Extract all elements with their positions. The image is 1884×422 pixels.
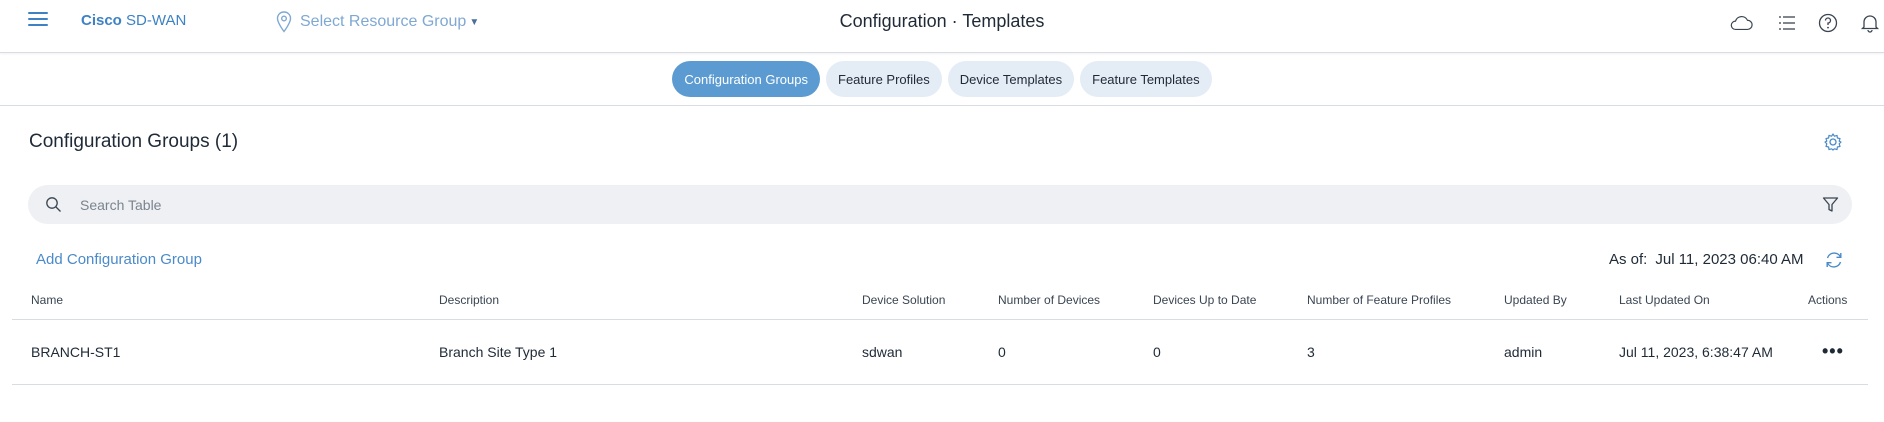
search-bar [28,185,1852,224]
add-configuration-group-button[interactable]: Add Configuration Group [36,251,202,268]
filter-icon[interactable] [1822,196,1839,213]
table-header: Name Description Device Solution Number … [12,283,1868,320]
menu-icon[interactable] [28,12,48,28]
cell-last-updated-on: Jul 11, 2023, 6:38:47 AM [1619,344,1773,360]
search-icon [46,197,61,212]
column-header-number-of-feature-profiles[interactable]: Number of Feature Profiles [1307,293,1451,307]
as-of-value: Jul 11, 2023 06:40 AM [1655,251,1804,268]
cell-number-of-feature-profiles: 3 [1307,344,1315,360]
tab-configuration-groups[interactable]: Configuration Groups [672,61,820,97]
section-title: Configuration Groups (1) [29,131,239,152]
tab-feature-templates[interactable]: Feature Templates [1080,61,1212,97]
table-row[interactable]: BRANCH-ST1 Branch Site Type 1 sdwan 0 0 … [12,320,1868,385]
bell-icon[interactable] [1858,11,1882,35]
configuration-groups-table: Name Description Device Solution Number … [12,283,1868,385]
column-header-description[interactable]: Description [439,293,499,307]
help-icon[interactable] [1816,11,1840,35]
location-pin-icon [276,11,292,33]
brand-logo[interactable]: Cisco SD-WAN [81,12,186,29]
cell-description: Branch Site Type 1 [439,344,558,360]
column-header-last-updated-on[interactable]: Last Updated On [1619,293,1710,307]
tab-bar: Configuration Groups Feature Profiles De… [0,53,1884,106]
more-actions-icon[interactable]: ••• [1822,342,1844,360]
page-title: Configuration · Templates [839,11,1045,31]
gear-icon[interactable] [1822,131,1844,153]
column-header-number-of-devices[interactable]: Number of Devices [998,293,1100,307]
refresh-icon[interactable] [1823,249,1845,271]
top-header: Cisco SD-WAN Select Resource Group ▼ Con… [0,0,1884,53]
cloud-icon[interactable] [1729,11,1753,35]
column-header-name[interactable]: Name [31,293,63,307]
list-icon[interactable] [1775,11,1799,35]
cell-device-solution: sdwan [862,344,903,360]
cell-name: BRANCH-ST1 [31,344,121,360]
cell-devices-up-to-date: 0 [1153,344,1161,360]
brand-product: SD-WAN [126,12,187,29]
column-header-updated-by[interactable]: Updated By [1504,293,1567,307]
chevron-down-icon: ▼ [469,16,480,28]
column-header-devices-up-to-date[interactable]: Devices Up to Date [1153,293,1256,307]
column-header-actions: Actions [1808,293,1848,307]
tab-device-templates[interactable]: Device Templates [947,61,1075,97]
tab-feature-profiles[interactable]: Feature Profiles [826,61,942,97]
search-input[interactable] [80,185,1780,224]
resource-group-selector[interactable]: Select Resource Group ▼ [276,10,479,34]
cell-updated-by: admin [1504,344,1543,360]
resource-group-label: Select Resource Group [300,13,467,30]
as-of-timestamp: As of: Jul 11, 2023 06:40 AM [1609,251,1804,268]
brand-cisco: Cisco [81,12,122,29]
as-of-label: As of: [1609,251,1648,268]
cell-number-of-devices: 0 [998,344,1006,360]
column-header-device-solution[interactable]: Device Solution [862,293,945,307]
